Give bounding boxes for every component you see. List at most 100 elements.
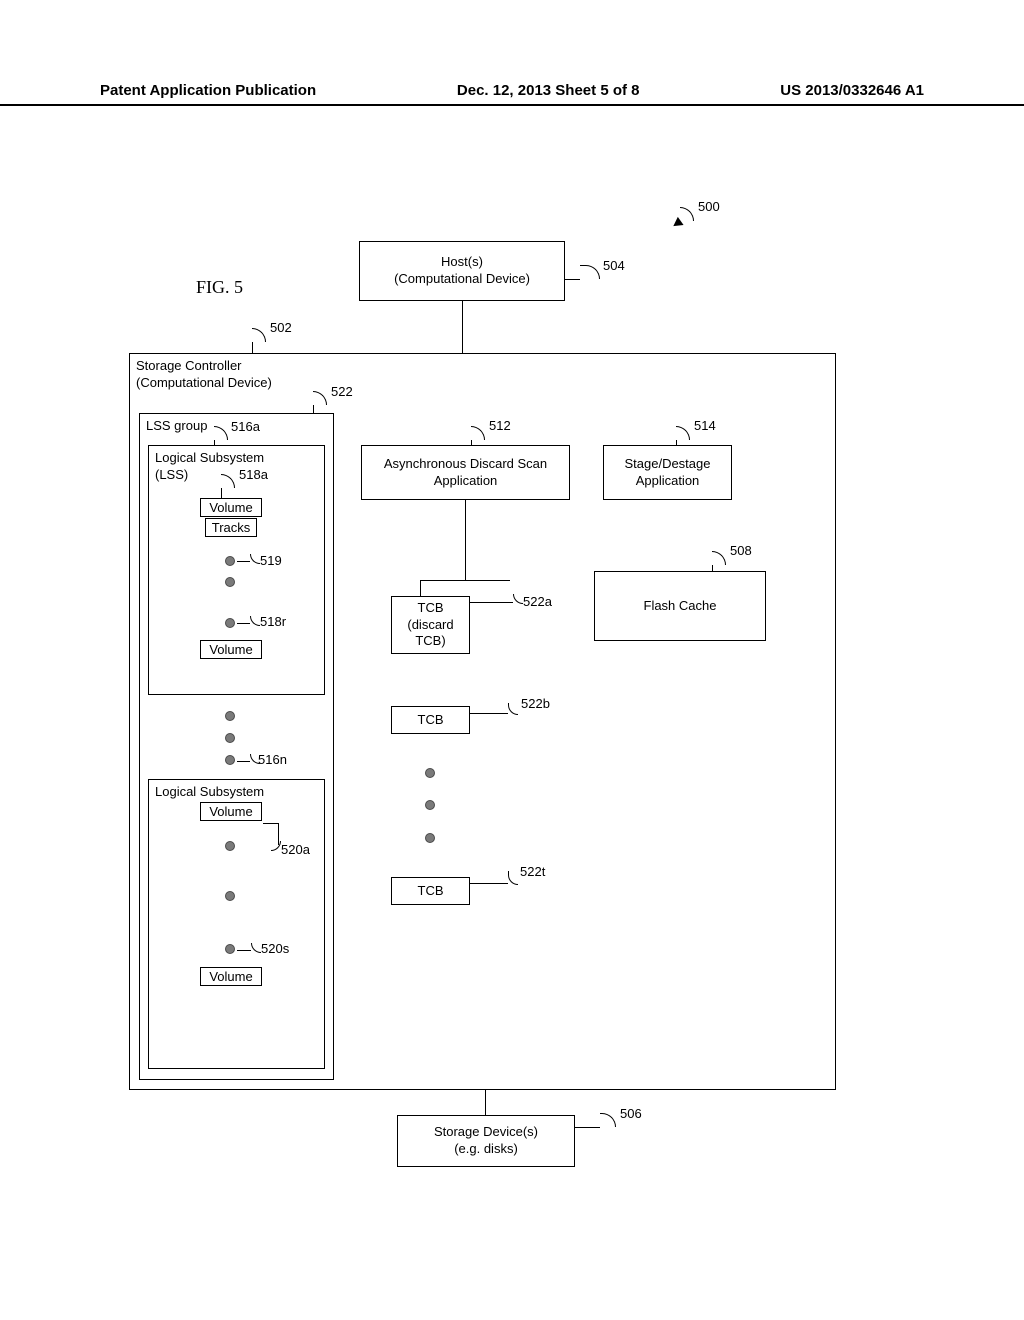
ref-506-line — [575, 1127, 600, 1128]
dot-icon — [225, 891, 235, 901]
tcb-box-b: TCB — [391, 706, 470, 734]
lss2-vol2-label: Volume — [202, 969, 260, 984]
lss2-vol1-label: Volume — [202, 804, 260, 819]
ref-518a-vline — [221, 488, 222, 498]
ref-516n-line — [237, 761, 250, 762]
storage-ctrl-l2: (Computational Device) — [136, 375, 272, 392]
async-scan-box: Asynchronous Discard Scan Application — [361, 445, 570, 500]
ref-504: 504 — [603, 258, 625, 273]
ref-512-vline — [471, 440, 472, 445]
tcb-discard-l1: TCB — [418, 600, 444, 617]
dot-icon — [225, 618, 235, 628]
storage-ctrl-l1: Storage Controller — [136, 358, 242, 375]
hosts-l2: (Computational Device) — [394, 271, 530, 288]
ref-514-vline — [676, 440, 677, 445]
dot-icon — [425, 800, 435, 810]
stage-destage-box: Stage/Destage Application — [603, 445, 732, 500]
flash-cache-box: Flash Cache — [594, 571, 766, 641]
dot-icon — [425, 833, 435, 843]
storage-dev-l2: (e.g. disks) — [454, 1141, 518, 1158]
header-right: US 2013/0332646 A1 — [780, 82, 924, 99]
ref-500-curve — [680, 207, 694, 221]
tcb-branch-left — [420, 580, 421, 596]
ref-506-curve — [600, 1113, 616, 1127]
lss-2-box: Logical Subsystem — [148, 779, 325, 1069]
dot-icon — [225, 556, 235, 566]
ref-522a-line — [495, 602, 513, 603]
dot-icon — [425, 768, 435, 778]
dot-icon — [225, 841, 235, 851]
ref-520s: 520s — [261, 941, 289, 956]
dot-icon — [225, 711, 235, 721]
ref-500: 500 — [698, 199, 720, 214]
dot-icon — [225, 577, 235, 587]
lss2-volume-1: Volume — [200, 802, 262, 821]
lss-group-label: LSS group — [146, 418, 207, 435]
async-l1: Asynchronous Discard Scan — [384, 456, 547, 473]
lss1-vol2-label: Volume — [202, 642, 260, 657]
dot-icon — [225, 733, 235, 743]
ref-520a-line — [263, 823, 278, 824]
async-tcb-hline — [420, 580, 510, 581]
ref-520a: 520a — [281, 842, 310, 857]
lss-1-l1: Logical Subsystem — [155, 450, 264, 467]
lss1-volume-2: Volume — [200, 640, 262, 659]
ref-512: 512 — [489, 418, 511, 433]
flash-label: Flash Cache — [644, 598, 717, 615]
ref-522a: 522a — [523, 594, 552, 609]
tcb-b-label: TCB — [418, 712, 444, 729]
ref-519: 519 — [260, 553, 282, 568]
ref-522-vline — [313, 405, 314, 413]
ref-522b: 522b — [521, 696, 550, 711]
ref-502-vline — [252, 342, 253, 353]
ref-516a: 516a — [231, 419, 260, 434]
lss1-vol1-label: Volume — [202, 500, 260, 515]
storage-dev-l1: Storage Device(s) — [434, 1124, 538, 1141]
ref-508: 508 — [730, 543, 752, 558]
ref-514: 514 — [694, 418, 716, 433]
hosts-l1: Host(s) — [441, 254, 483, 271]
ref-518r-line — [237, 623, 250, 624]
tcb-discard-l2: (discard — [407, 617, 453, 634]
ref-502-curve — [252, 328, 266, 342]
tcb-t-label: TCB — [418, 883, 444, 900]
figure-label: FIG. 5 — [196, 277, 243, 298]
ref-519-line — [237, 561, 250, 562]
tracks-label: Tracks — [207, 520, 255, 535]
ref-504-line — [565, 279, 580, 280]
lss-1-l2: (LSS) — [155, 467, 188, 484]
lss1-volume-1: Volume — [200, 498, 262, 517]
dot-icon — [225, 755, 235, 765]
ref-522b-line — [470, 713, 508, 714]
ref-518r: 518r — [260, 614, 286, 629]
hosts-box: Host(s) (Computational Device) — [359, 241, 565, 301]
ref-504-curve — [580, 265, 600, 279]
host-to-ctrl-line — [462, 301, 463, 353]
ref-506: 506 — [620, 1106, 642, 1121]
ref-522: 522 — [331, 384, 353, 399]
storage-device-box: Storage Device(s) (e.g. disks) — [397, 1115, 575, 1167]
lss1-volume-1-tracks: Tracks — [205, 518, 257, 537]
tcb-box-t: TCB — [391, 877, 470, 905]
ref-508-vline — [712, 565, 713, 571]
lss-2-l1: Logical Subsystem — [155, 784, 264, 801]
page-header: Patent Application Publication Dec. 12, … — [0, 82, 1024, 106]
async-l2: Application — [434, 473, 498, 490]
ref-522t: 522t — [520, 864, 545, 879]
ctrl-to-storage-line — [485, 1090, 486, 1115]
tcb-discard-box: TCB (discard TCB) — [391, 596, 470, 654]
stage-l2: Application — [636, 473, 700, 490]
ref-518a: 518a — [239, 467, 268, 482]
lss2-volume-2: Volume — [200, 967, 262, 986]
header-left: Patent Application Publication — [100, 82, 316, 99]
async-to-tcb-line — [465, 500, 466, 580]
ref-502: 502 — [270, 320, 292, 335]
tcb-discard-l3: TCB) — [415, 633, 445, 650]
ref-522t-line — [470, 883, 508, 884]
ref-516n: 516n — [258, 752, 287, 767]
header-center: Dec. 12, 2013 Sheet 5 of 8 — [457, 82, 640, 99]
ref-522a-extend — [470, 602, 495, 603]
dot-icon — [225, 944, 235, 954]
ref-520s-line — [237, 950, 251, 951]
stage-l1: Stage/Destage — [624, 456, 710, 473]
